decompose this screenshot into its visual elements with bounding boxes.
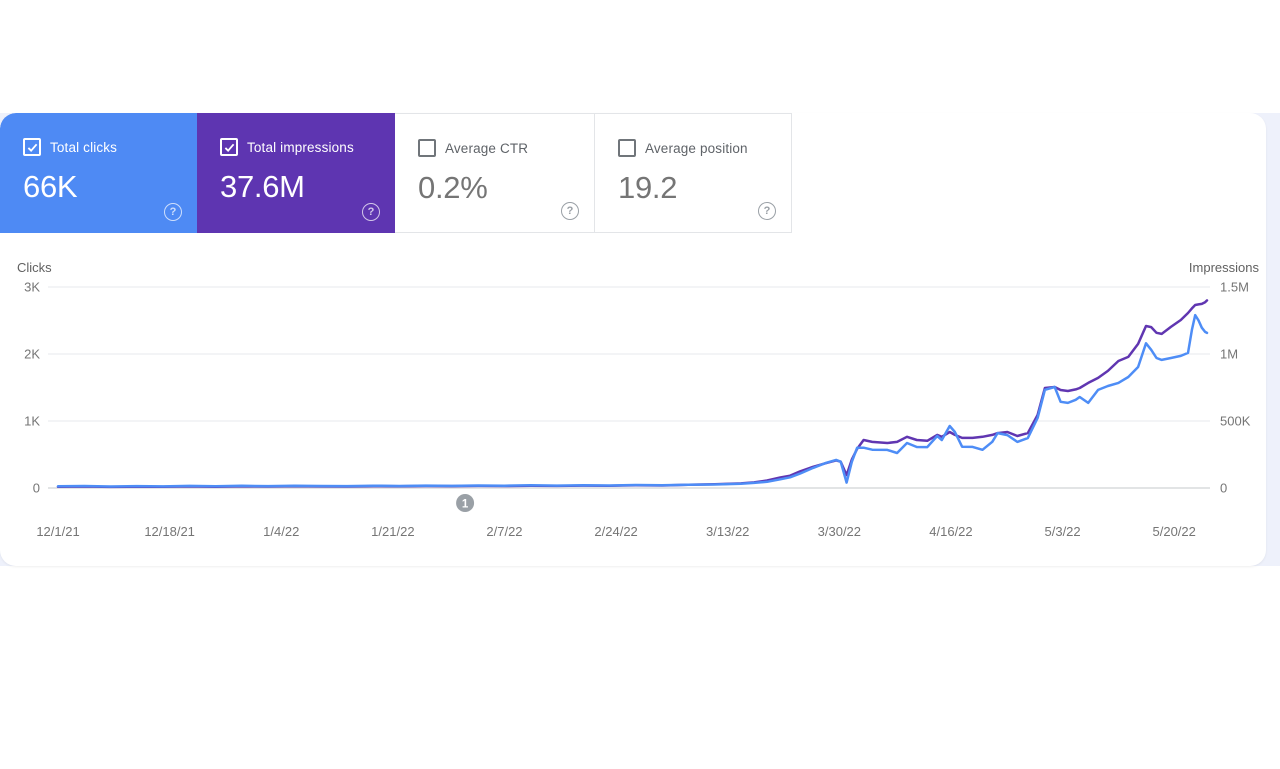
right-axis-tick-label: 1.5M (1220, 280, 1249, 295)
x-axis-tick-label: 3/30/22 (818, 524, 861, 539)
x-axis-tick-label: 5/20/22 (1153, 524, 1196, 539)
x-axis-tick-label: 1/4/22 (263, 524, 299, 539)
annotation-marker[interactable]: 1 (456, 494, 475, 512)
annotation-markers: 1 (456, 494, 475, 512)
left-axis-title: Clicks (17, 260, 52, 275)
right-axis-tick-label: 0 (1220, 481, 1227, 496)
left-axis-tick-label: 3K (24, 280, 40, 295)
annotation-label: 1 (462, 499, 469, 511)
left-axis-tick-label: 1K (24, 414, 40, 429)
x-axis-tick-label: 12/1/21 (36, 524, 79, 539)
right-axis-tick-label: 1M (1220, 347, 1238, 362)
left-axis-tick-labels: 0 1K 2K 3K (24, 280, 40, 496)
performance-chart: Clicks Impressions 0 1K 2K 3K 0 500K 1M 1.5M 1… (17, 260, 1260, 539)
chart-plot-area[interactable] (48, 280, 1210, 488)
x-axis-tick-label: 2/7/22 (486, 524, 522, 539)
left-axis-tick-label: 2K (24, 347, 40, 362)
x-axis-tick-label: 1/21/22 (371, 524, 414, 539)
x-axis-tick-label: 2/24/22 (594, 524, 637, 539)
right-axis-tick-label: 500K (1220, 414, 1251, 429)
right-axis-tick-labels: 0 500K 1M 1.5M (1220, 280, 1251, 496)
right-axis-title: Impressions (1189, 260, 1260, 275)
x-axis-tick-labels: 12/1/21 12/18/21 1/4/22 1/21/22 2/7/22 2/24/2… (36, 524, 1196, 539)
x-axis-tick-label: 3/13/22 (706, 524, 749, 539)
x-axis-tick-label: 5/3/22 (1045, 524, 1081, 539)
x-axis-tick-label: 4/16/22 (929, 524, 972, 539)
x-axis-tick-label: 12/18/21 (144, 524, 195, 539)
left-axis-tick-label: 0 (33, 481, 40, 496)
